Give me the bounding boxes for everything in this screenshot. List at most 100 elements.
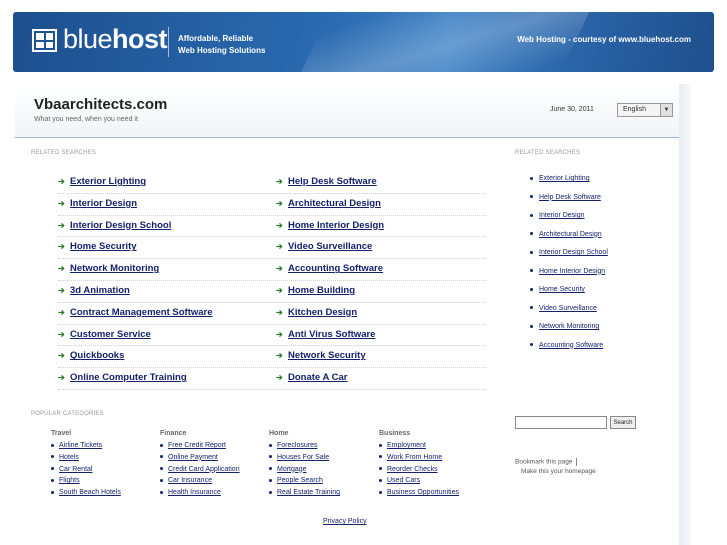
category-link[interactable]: Car Insurance <box>168 477 212 484</box>
category-item[interactable]: Car Insurance <box>160 477 270 489</box>
privacy-policy-link[interactable]: Privacy Policy <box>323 518 367 525</box>
search-row: ➔ Exterior Lighting ➔ Help Desk Software <box>58 172 486 194</box>
category-item[interactable]: Mortgage <box>269 466 379 478</box>
category-item[interactable]: Free Credit Report <box>160 442 270 454</box>
bullet-icon <box>379 467 382 471</box>
sidebar-link-item[interactable]: Video Surveillance <box>530 305 675 324</box>
language-select[interactable]: English ▼ <box>617 103 673 117</box>
category-link[interactable]: Reorder Checks <box>387 466 438 473</box>
search-link[interactable]: ➔ 3d Animation <box>58 285 130 296</box>
site-title: Vbaarchitects.com <box>34 96 168 113</box>
category-item[interactable]: Business Opportunities <box>379 489 489 501</box>
category-item[interactable]: Online Payment <box>160 454 270 466</box>
category-item[interactable]: Employment <box>379 442 489 454</box>
search-link[interactable]: ➔ Interior Design <box>58 198 137 209</box>
sidebar-link[interactable]: Video Surveillance <box>539 305 597 312</box>
sidebar-link-item[interactable]: Exterior Lighting <box>530 175 675 194</box>
category-link[interactable]: Work From Home <box>387 454 442 461</box>
category-item[interactable]: Used Cars <box>379 477 489 489</box>
sidebar-link[interactable]: Home Interior Design <box>539 268 605 275</box>
search-link[interactable]: ➔ Video Surveillance <box>276 241 372 252</box>
category-link[interactable]: Houses For Sale <box>277 454 329 461</box>
sidebar-link-item[interactable]: Interior Design <box>530 212 675 231</box>
bullet-icon <box>160 455 163 459</box>
sidebar-link-item[interactable]: Accounting Software <box>530 342 675 361</box>
sidebar-link-item[interactable]: Interior Design School <box>530 249 675 268</box>
search-link[interactable]: ➔ Customer Service <box>58 329 151 340</box>
sidebar-link[interactable]: Interior Design <box>539 212 585 219</box>
search-link[interactable]: ➔ Exterior Lighting <box>58 176 146 187</box>
category-item[interactable]: Flights <box>51 477 161 489</box>
search-link[interactable]: ➔ Online Computer Training <box>58 372 187 383</box>
category-link[interactable]: Real Estate Training <box>277 489 340 496</box>
category-link[interactable]: Online Payment <box>168 454 218 461</box>
sidebar-link-item[interactable]: Home Interior Design <box>530 268 675 287</box>
category-link[interactable]: Mortgage <box>277 466 307 473</box>
search-link[interactable]: ➔ Anti Virus Software <box>276 329 375 340</box>
search-link[interactable]: ➔ Contract Management Software <box>58 307 213 318</box>
category-item[interactable]: Credit Card Application <box>160 466 270 478</box>
search-link[interactable]: ➔ Home Building <box>276 285 355 296</box>
category-item[interactable]: Houses For Sale <box>269 454 379 466</box>
category-item[interactable]: Airline Tickets <box>51 442 161 454</box>
category-item[interactable]: Foreclosures <box>269 442 379 454</box>
category-link[interactable]: Hotels <box>59 454 79 461</box>
triangle-down-icon[interactable]: ▼ <box>660 104 672 116</box>
category-item[interactable]: South Beach Hotels <box>51 489 161 501</box>
category-link[interactable]: Flights <box>59 477 80 484</box>
sidebar-link[interactable]: Help Desk Software <box>539 194 601 201</box>
bluehost-banner[interactable]: bluehost Affordable, Reliable Web Hostin… <box>13 12 714 72</box>
search-link[interactable]: ➔ Donate A Car <box>276 372 347 383</box>
sidebar-link-item[interactable]: Home Security <box>530 286 675 305</box>
category-item[interactable]: Real Estate Training <box>269 489 379 501</box>
category-link[interactable]: South Beach Hotels <box>59 489 121 496</box>
category-item[interactable]: Health Insurance <box>160 489 270 501</box>
bullet-icon <box>51 479 54 483</box>
search-link[interactable]: ➔ Architectural Design <box>276 198 381 209</box>
category-item[interactable]: Work From Home <box>379 454 489 466</box>
search-button[interactable]: Search <box>610 416 636 429</box>
category-item[interactable]: Hotels <box>51 454 161 466</box>
search-link[interactable]: ➔ Kitchen Design <box>276 307 357 318</box>
homepage-link[interactable]: Make this your homepage <box>521 468 596 475</box>
separator <box>576 458 578 466</box>
sidebar-related-heading: RELATED SEARCHES <box>515 150 581 156</box>
sidebar-link-item[interactable]: Architectural Design <box>530 231 675 250</box>
sidebar-link[interactable]: Network Monitoring <box>539 323 599 330</box>
bookmark-link[interactable]: Bookmark this page <box>515 458 578 466</box>
bullet-icon <box>51 490 54 494</box>
search-input[interactable] <box>515 416 607 429</box>
category-link[interactable]: Airline Tickets <box>59 442 102 449</box>
category-item[interactable]: Car Rental <box>51 466 161 478</box>
sidebar-link[interactable]: Architectural Design <box>539 231 602 238</box>
search-link[interactable]: ➔ Home Security <box>58 241 137 252</box>
search-link[interactable]: ➔ Network Security <box>276 350 366 361</box>
search-link[interactable]: ➔ Help Desk Software <box>276 176 377 187</box>
sidebar-link[interactable]: Accounting Software <box>539 342 603 349</box>
search-link[interactable]: ➔ Accounting Software <box>276 263 383 274</box>
category-link[interactable]: Foreclosures <box>277 442 317 449</box>
category-link[interactable]: Free Credit Report <box>168 442 226 449</box>
arrow-right-icon: ➔ <box>276 329 283 339</box>
arrow-right-icon: ➔ <box>276 351 283 361</box>
sidebar-link-item[interactable]: Help Desk Software <box>530 194 675 213</box>
category-link[interactable]: Credit Card Application <box>168 466 240 473</box>
sidebar-link[interactable]: Exterior Lighting <box>539 175 590 182</box>
search-link[interactable]: ➔ Network Monitoring <box>58 263 159 274</box>
category-link[interactable]: Business Opportunities <box>387 489 459 496</box>
category-item[interactable]: People Search <box>269 477 379 489</box>
category-link[interactable]: Car Rental <box>59 466 92 473</box>
search-link[interactable]: ➔ Quickbooks <box>58 350 124 361</box>
category-link[interactable]: Employment <box>387 442 426 449</box>
category-item[interactable]: Reorder Checks <box>379 466 489 478</box>
arrow-right-icon: ➔ <box>58 264 65 274</box>
category-link[interactable]: People Search <box>277 477 323 484</box>
sidebar-link-item[interactable]: Network Monitoring <box>530 323 675 342</box>
sidebar-link[interactable]: Interior Design School <box>539 249 608 256</box>
sidebar-link[interactable]: Home Security <box>539 286 585 293</box>
search-link[interactable]: ➔ Home Interior Design <box>276 220 384 231</box>
category-link[interactable]: Used Cars <box>387 477 420 484</box>
category-link[interactable]: Health Insurance <box>168 489 221 496</box>
search-link[interactable]: ➔ Interior Design School <box>58 220 171 231</box>
search-row: ➔ Contract Management Software ➔ Kitchen De… <box>58 303 486 325</box>
